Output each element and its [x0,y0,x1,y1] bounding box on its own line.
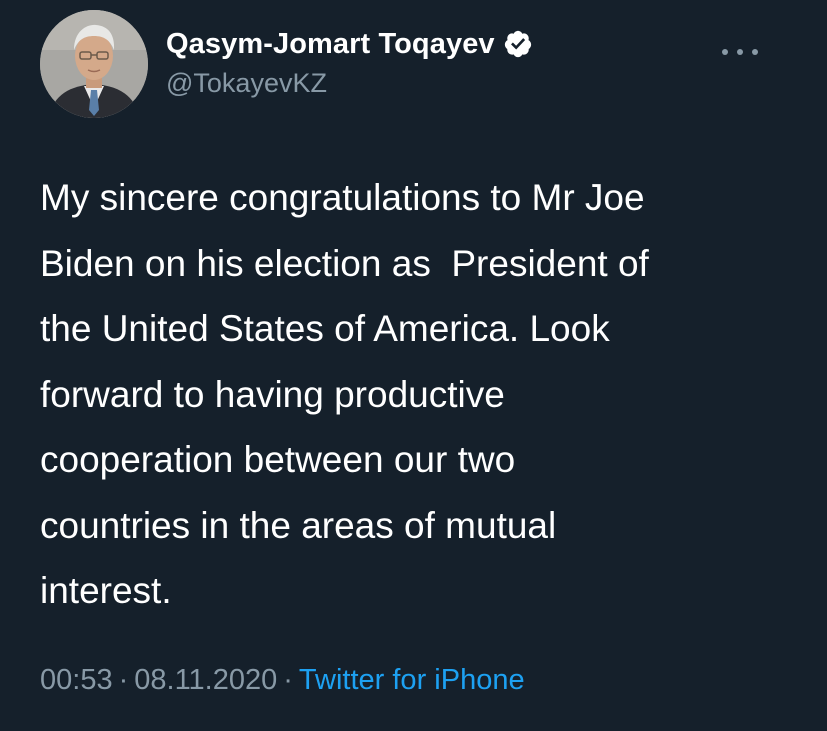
tweet-line: My sincere congratulations to Mr Joe [40,177,645,218]
meta-separator: · [283,664,293,696]
tweet-line: Biden on his election as President of [40,242,649,284]
display-name[interactable]: Qasym-Jomart Toqayev [166,28,495,61]
more-dot [752,49,758,55]
tweet-line: countries in the areas of mutual [40,504,557,546]
tweet-meta: 00:53 · 08.11.2020 · Twitter for iPhone [40,664,525,697]
tweet-line: the United States of America. Look [40,308,610,349]
avatar[interactable] [40,10,148,118]
avatar-image [40,10,148,118]
more-dot [722,49,728,55]
author-handle[interactable]: @TokayevKZ [166,68,533,99]
tweet-line: cooperation between our two [40,439,516,480]
tweet-text: My sincere congratulations to Mr Joe Bid… [40,165,800,624]
tweet-time[interactable]: 00:53 [40,664,113,696]
more-options-icon[interactable] [722,42,758,62]
tweet-header: Qasym-Jomart Toqayev @TokayevKZ [40,10,800,118]
meta-separator: · [118,664,129,696]
tweet-line: forward to having productive [40,373,505,415]
verified-badge-icon [503,29,533,59]
more-dot [737,49,743,55]
tweet-date[interactable]: 08.11.2020 [134,664,277,696]
author-names: Qasym-Jomart Toqayev @TokayevKZ [166,26,533,99]
tweet-source-link[interactable]: Twitter for iPhone [299,664,525,696]
tweet-card: Qasym-Jomart Toqayev @TokayevKZ My since… [0,0,827,731]
tweet-line: interest. [40,570,172,611]
display-name-row: Qasym-Jomart Toqayev [166,26,533,62]
